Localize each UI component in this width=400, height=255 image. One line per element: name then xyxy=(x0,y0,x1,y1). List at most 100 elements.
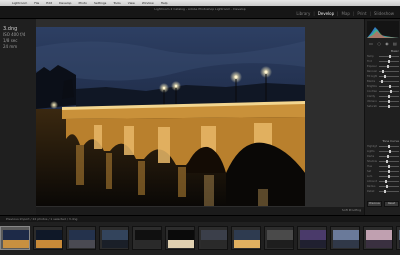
slider-knob[interactable] xyxy=(384,75,386,78)
filmstrip-thumbnail[interactable] xyxy=(165,226,195,250)
menubar-item[interactable]: Help xyxy=(161,1,168,5)
filmstrip-thumbnail[interactable] xyxy=(0,226,30,250)
filmstrip-thumbnail[interactable] xyxy=(231,226,261,250)
module-develop[interactable]: Develop xyxy=(316,11,336,16)
slider-knob[interactable] xyxy=(388,165,390,168)
slider-knob[interactable] xyxy=(386,185,388,188)
window-title: Lightroom 2 Catalog - Adobe Photoshop Li… xyxy=(154,7,246,11)
thumb-skyline xyxy=(333,230,359,248)
soft-proofing-label[interactable]: Soft Proofing xyxy=(342,208,361,212)
filmstrip-source-path[interactable]: Previous Import / 22 photos / 1 selected… xyxy=(6,217,77,221)
slider-knob[interactable] xyxy=(387,65,389,68)
main-photo[interactable] xyxy=(36,27,305,206)
spot-icon[interactable]: ○ xyxy=(377,41,381,46)
module-library[interactable]: Library xyxy=(294,11,312,16)
slider-knob[interactable] xyxy=(388,95,390,98)
slider-knob[interactable] xyxy=(388,100,390,103)
slider-knob[interactable] xyxy=(390,90,392,93)
slider-knob[interactable] xyxy=(388,60,390,63)
slider-label: Contrast xyxy=(367,90,377,93)
filmstrip-thumbnail[interactable] xyxy=(99,226,129,250)
slider-track[interactable] xyxy=(379,175,399,178)
menubar-item[interactable]: Edit xyxy=(46,1,52,5)
slider-knob[interactable] xyxy=(389,85,391,88)
slider-track[interactable] xyxy=(379,85,399,88)
slider-knob[interactable] xyxy=(388,175,390,178)
quick-tools: ▭ ○ ◉ ▤ xyxy=(367,40,399,47)
slider-track[interactable] xyxy=(379,105,399,108)
slider-knob[interactable] xyxy=(385,180,387,183)
menubar-item[interactable]: Develop xyxy=(59,1,71,5)
slider-track[interactable] xyxy=(379,75,399,78)
slider-knob[interactable] xyxy=(388,145,390,148)
bridge-night-photo xyxy=(36,27,305,206)
slider-track[interactable] xyxy=(379,145,399,148)
thumb-facade xyxy=(201,230,227,248)
filmstrip-thumbnail[interactable] xyxy=(66,226,96,250)
slider-track[interactable] xyxy=(379,170,399,173)
slider-knob[interactable] xyxy=(388,170,390,173)
slider-track[interactable] xyxy=(379,160,399,163)
previous-button[interactable]: Previous xyxy=(367,201,382,207)
lightroom-window: Lightroom 2 Catalog - Adobe Photoshop Li… xyxy=(0,6,400,255)
menubar-item[interactable]: Tools xyxy=(113,1,120,5)
reset-button[interactable]: Reset xyxy=(384,201,399,207)
slider-track[interactable] xyxy=(379,60,399,63)
module-map[interactable]: Map xyxy=(340,11,352,16)
crop-icon[interactable]: ▭ xyxy=(369,41,373,46)
menubar-item[interactable]: View xyxy=(128,1,135,5)
thumb-river-lights xyxy=(69,230,95,248)
slider-knob[interactable] xyxy=(386,160,388,163)
filmstrip-thumbnail[interactable] xyxy=(33,226,63,250)
redeye-icon[interactable]: ◉ xyxy=(385,41,389,46)
slider-label: Lum xyxy=(367,175,373,178)
slider-knob[interactable] xyxy=(389,55,391,58)
slider-track[interactable] xyxy=(379,95,399,98)
thumb-bridge-arches xyxy=(234,230,260,248)
menubar-item[interactable]: Photo xyxy=(78,1,87,5)
slider-knob[interactable] xyxy=(382,70,384,73)
slider-label: Radius xyxy=(367,185,376,188)
module-separator: | xyxy=(369,11,371,16)
filmstrip-thumbnail[interactable] xyxy=(264,226,294,250)
slider-knob[interactable] xyxy=(388,105,390,108)
filmstrip-thumbnail[interactable] xyxy=(297,226,327,250)
module-separator: | xyxy=(337,11,339,16)
menubar-item[interactable]: Window xyxy=(142,1,154,5)
slider-label: Exposure xyxy=(367,65,377,68)
menubar-item[interactable]: Settings xyxy=(94,1,106,5)
slider-knob[interactable] xyxy=(384,190,386,193)
slider-knob[interactable] xyxy=(387,155,389,158)
histogram[interactable] xyxy=(367,21,399,38)
thumb-street-lamps xyxy=(168,230,194,248)
slider-track[interactable] xyxy=(379,155,399,158)
slider-track[interactable] xyxy=(379,190,399,193)
slider-track[interactable] xyxy=(379,180,399,183)
filmstrip-thumbnail[interactable] xyxy=(132,226,162,250)
slider-track[interactable] xyxy=(379,80,399,83)
slider-track[interactable] xyxy=(379,55,399,58)
slider-knob[interactable] xyxy=(381,80,383,83)
slider-track[interactable] xyxy=(379,70,399,73)
slider-track[interactable] xyxy=(379,100,399,103)
filmstrip-thumbnail[interactable] xyxy=(363,226,393,250)
menubar-item[interactable]: File xyxy=(34,1,39,5)
slider-track[interactable] xyxy=(379,150,399,153)
slider-knob[interactable] xyxy=(389,150,391,153)
slider-label: Saturation xyxy=(367,105,377,108)
slider-track[interactable] xyxy=(379,185,399,188)
slider-label: Lights xyxy=(367,150,375,153)
slider-track[interactable] xyxy=(379,90,399,93)
filmstrip-thumbnail[interactable] xyxy=(198,226,228,250)
gradient-icon[interactable]: ▤ xyxy=(393,41,397,46)
tone-panel: Tone Curve HighlightsLightsDarksShadowsH… xyxy=(367,139,399,194)
module-bar: Lightroom 2 Catalog - Adobe Photoshop Li… xyxy=(0,6,400,19)
module-slideshow[interactable]: Slideshow xyxy=(372,11,396,16)
slider-track[interactable] xyxy=(379,165,399,168)
slider-label: Tint xyxy=(367,60,372,63)
slider-track[interactable] xyxy=(379,65,399,68)
menubar-item[interactable]: Lightroom xyxy=(12,1,27,5)
filmstrip-thumbnail[interactable] xyxy=(396,226,400,250)
module-print[interactable]: Print xyxy=(355,11,368,16)
filmstrip-thumbnail[interactable] xyxy=(330,226,360,250)
